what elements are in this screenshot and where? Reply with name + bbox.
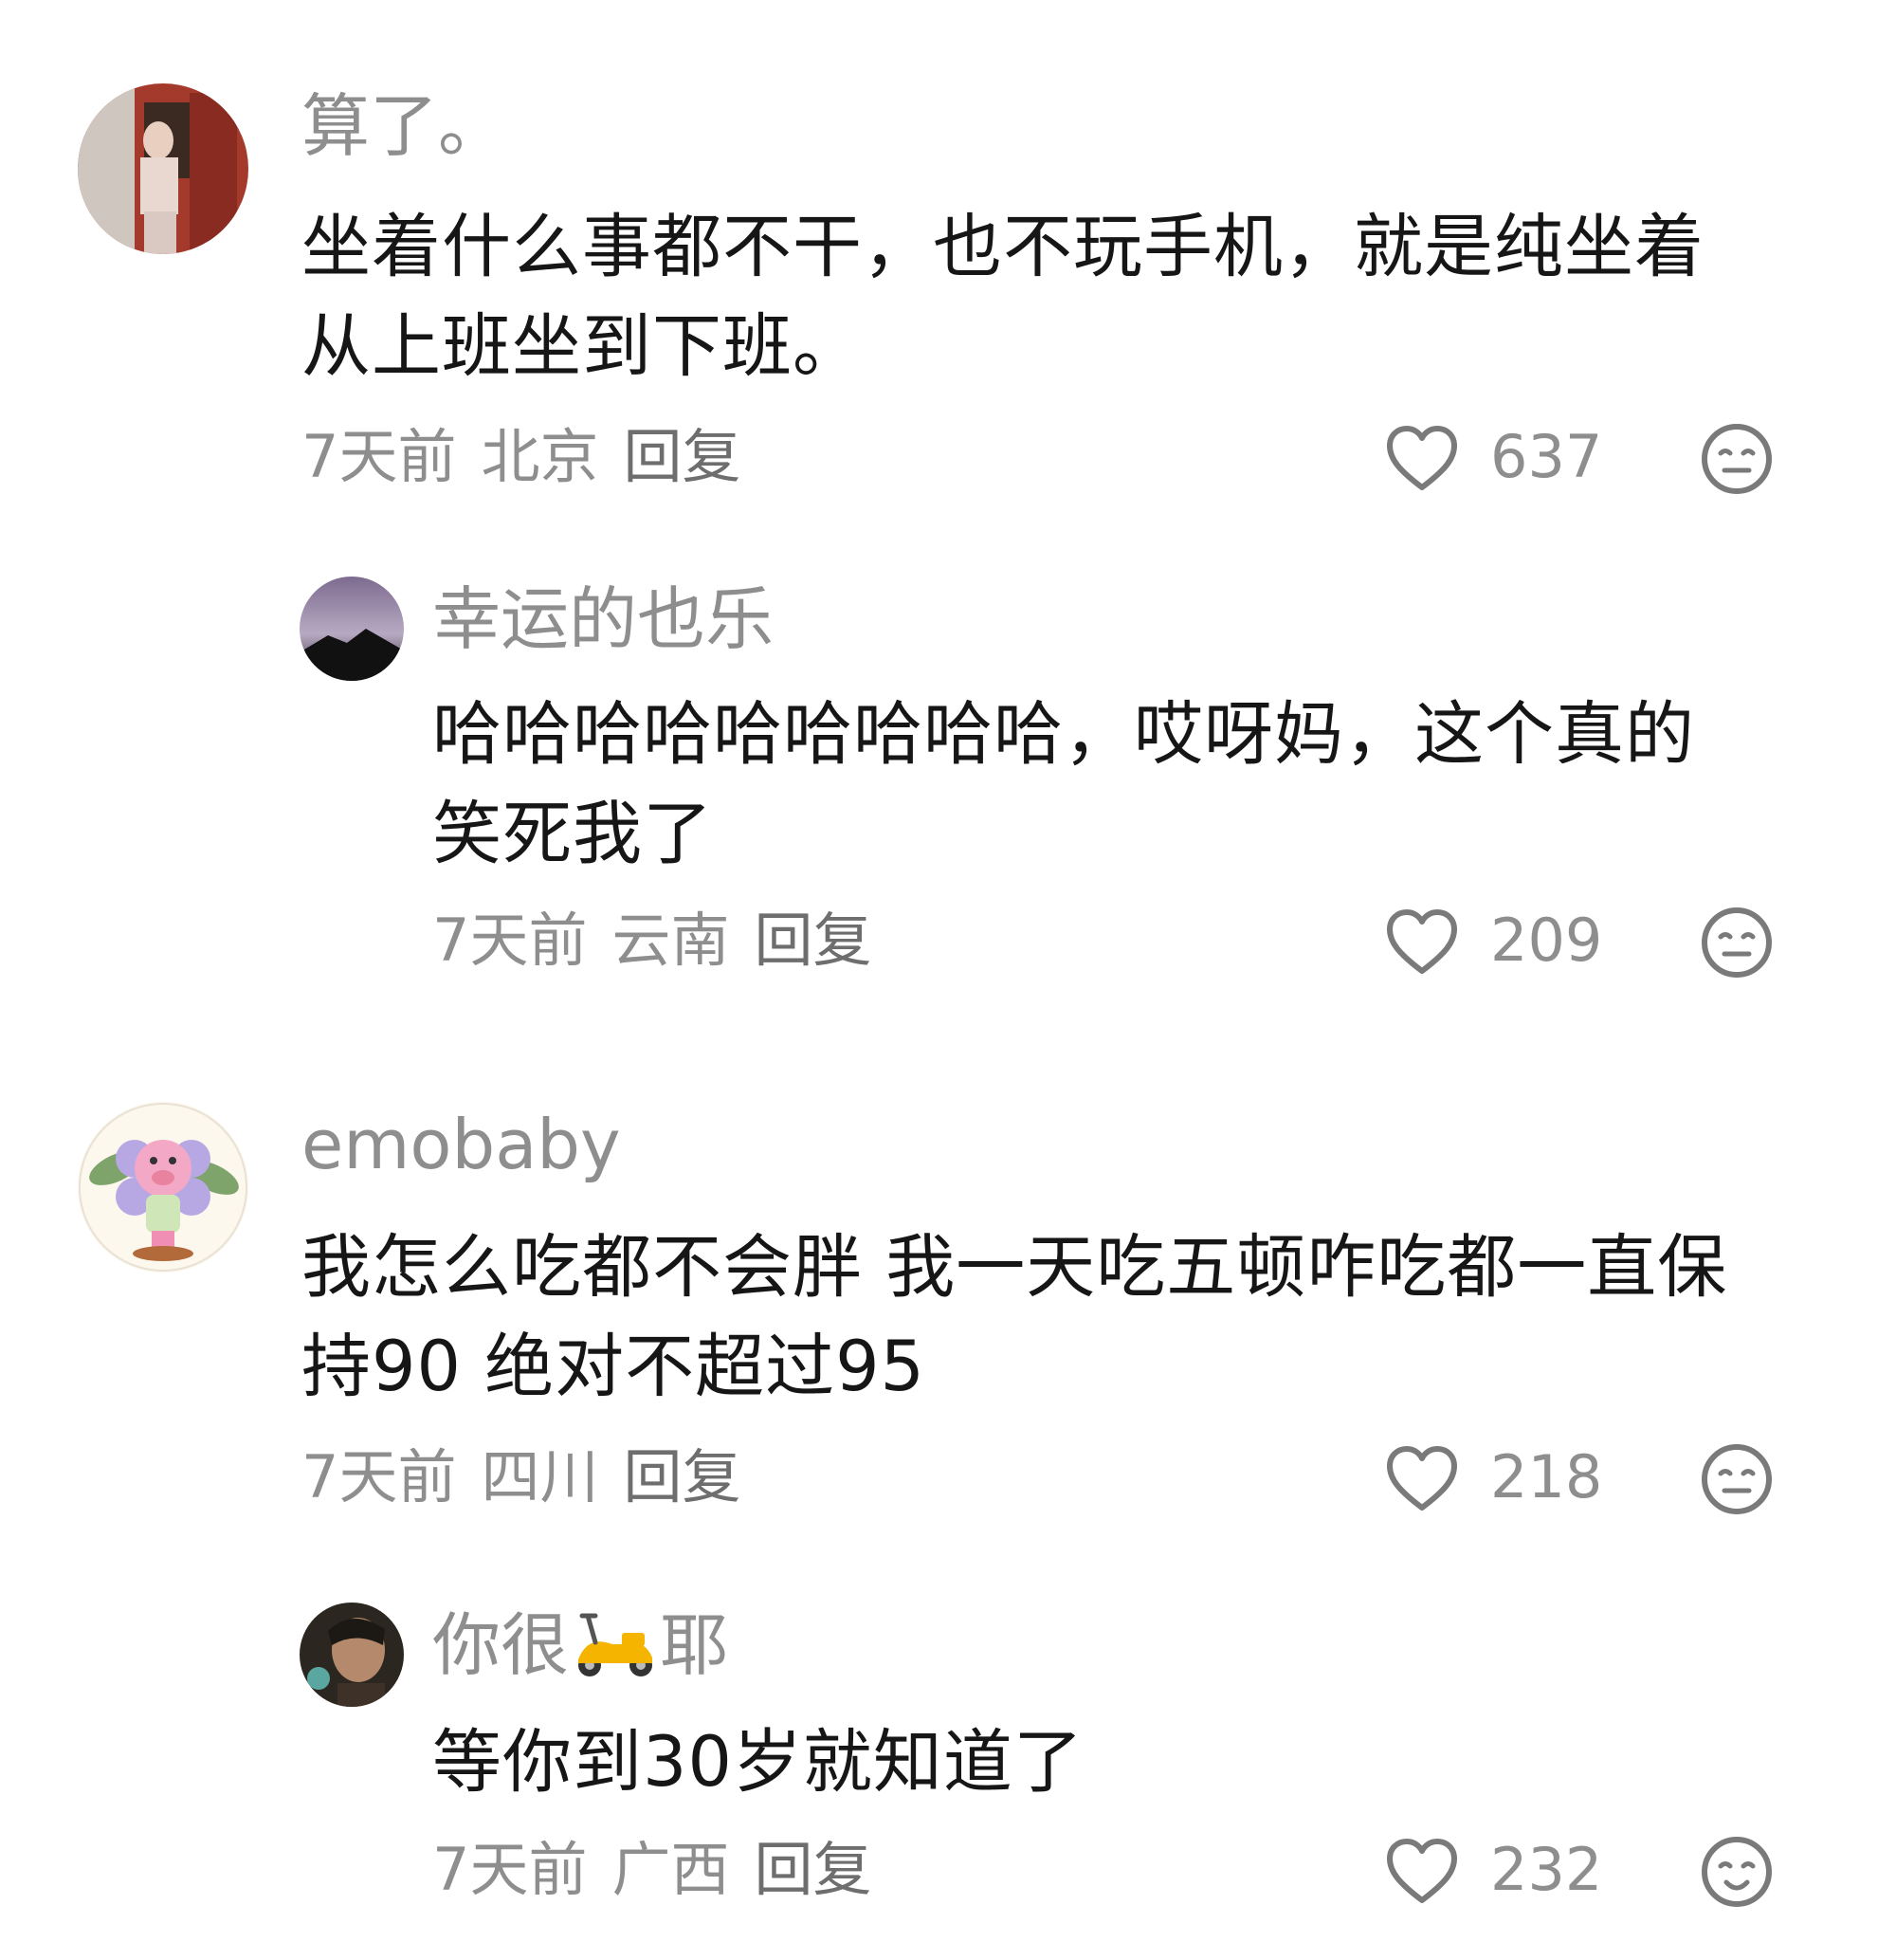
comment-text-line: 持90 绝对不超过95 (301, 1327, 925, 1407)
comment-meta: 7天前 广西 回复 (432, 1832, 896, 1908)
comment-time: 7天前 (432, 906, 588, 975)
avatar[interactable] (300, 1603, 404, 1707)
comment-time: 7天前 (301, 422, 457, 491)
heart-outline-icon[interactable] (1384, 1441, 1460, 1517)
avatar[interactable] (78, 83, 248, 254)
comment-text: 等你到30岁就知道了 (432, 1713, 1084, 1812)
face-icon[interactable] (1700, 906, 1774, 980)
comment-location: 广西 (611, 1835, 730, 1904)
comment-text-line: 哈哈哈哈哈哈哈哈哈，哎呀妈，这个真的 (432, 694, 1695, 775)
heart-outline-icon[interactable] (1384, 1834, 1460, 1910)
comment-time: 7天前 (301, 1442, 457, 1511)
heart-outline-icon[interactable] (1384, 421, 1460, 497)
face-icon[interactable] (1700, 422, 1774, 496)
comment-time: 7天前 (432, 1835, 588, 1904)
comment-nickname[interactable]: 你很 耶 (432, 1603, 728, 1688)
comment-meta: 7天前 四川 回复 (301, 1439, 765, 1515)
comment-text: 坐着什么事都不干，也不玩手机，就是纯坐着 从上班坐到下班。 (301, 197, 1705, 396)
comment-text: 我怎么吃都不会胖 我一天吃五顿咋吃都一直保 持90 绝对不超过95 (301, 1218, 1727, 1417)
comment-text-line: 等你到30岁就知道了 (432, 1722, 1084, 1803)
comment-meta: 7天前 云南 回复 (432, 903, 896, 979)
avatar[interactable] (78, 1102, 248, 1273)
comment-location: 北京 (481, 422, 599, 491)
like-count: 637 (1490, 422, 1603, 491)
comment-location: 四川 (481, 1442, 599, 1511)
comment-text: 哈哈哈哈哈哈哈哈哈，哎呀妈，这个真的 笑死我了 (432, 685, 1695, 884)
reply-button[interactable]: 回复 (754, 1835, 871, 1904)
face-icon[interactable] (1700, 1835, 1774, 1909)
nickname-part: 你很 (432, 1605, 570, 1685)
reply-button[interactable]: 回复 (623, 1442, 740, 1511)
comment-nickname[interactable]: emobaby (301, 1102, 621, 1187)
comment-meta: 7天前 北京 回复 (301, 419, 765, 495)
like-count: 232 (1490, 1835, 1603, 1904)
comment-nickname[interactable]: 幸运的也乐 (432, 577, 774, 662)
comment-text-line: 我怎么吃都不会胖 我一天吃五顿咋吃都一直保 (301, 1227, 1728, 1308)
like-count: 209 (1490, 906, 1603, 975)
nickname-part: 耶 (660, 1605, 729, 1685)
avatar[interactable] (300, 577, 404, 681)
like-count: 218 (1490, 1442, 1603, 1511)
heart-outline-icon[interactable] (1384, 905, 1460, 980)
scooter-emoji-icon (569, 1606, 660, 1680)
face-icon[interactable] (1700, 1442, 1774, 1516)
comment-text-line: 坐着什么事都不干，也不玩手机，就是纯坐着 (301, 207, 1705, 287)
reply-button[interactable]: 回复 (623, 422, 740, 491)
comment-text-line: 笑死我了 (432, 794, 713, 874)
comment-location: 云南 (611, 906, 730, 975)
comment-nickname[interactable]: 算了。 (301, 83, 506, 169)
comment-text-line: 从上班坐到下班。 (301, 306, 863, 387)
reply-button[interactable]: 回复 (754, 906, 871, 975)
